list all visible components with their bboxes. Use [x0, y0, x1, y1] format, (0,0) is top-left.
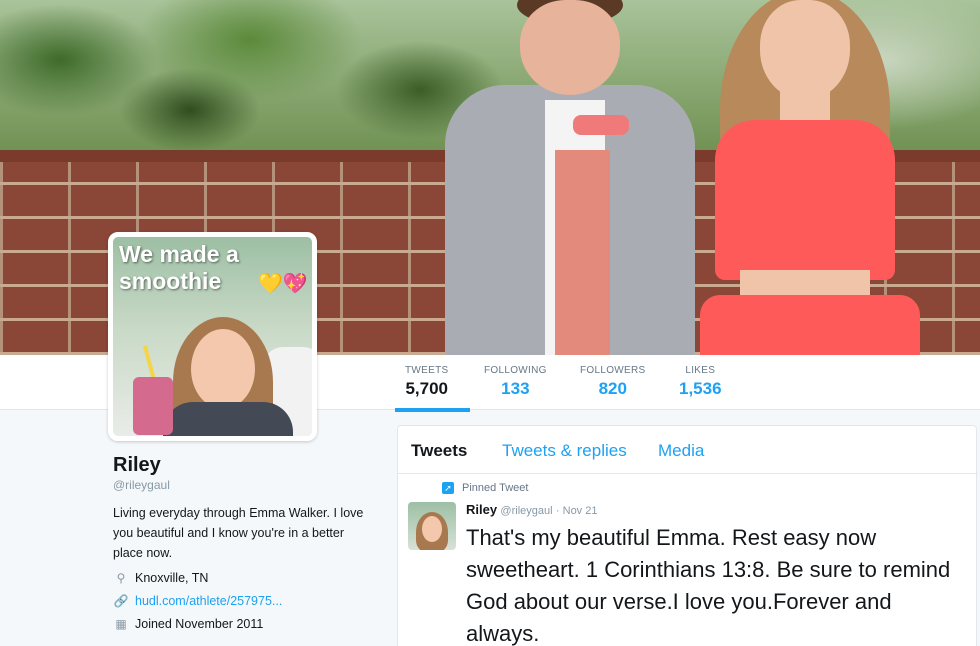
profile-location: ⚲ Knoxville, TN — [113, 571, 209, 585]
stat-likes[interactable]: LIKES 1,536 — [679, 365, 722, 399]
heart-emoji-icon: 💛💖 — [258, 273, 308, 295]
profile-handle[interactable]: @rileygaul — [113, 478, 170, 492]
tab-tweets-replies[interactable]: Tweets & replies — [502, 441, 627, 461]
pinned-tweet-label: ➚ Pinned Tweet — [442, 482, 528, 494]
timeline-tabs: Tweets Tweets & replies Media — [398, 426, 978, 474]
calendar-icon: ▦ — [115, 617, 127, 631]
tweet-header: Riley @rileygaul · Nov 21 — [466, 502, 597, 517]
banner-person-right — [690, 0, 930, 355]
link-icon: 🔗 — [113, 594, 129, 608]
profile-joined: ▦ Joined November 2011 — [113, 617, 263, 631]
tweet-date[interactable]: · Nov 21 — [556, 505, 598, 517]
profile-website-text[interactable]: hudl.com/athlete/257975... — [135, 594, 282, 608]
stat-followers-value: 820 — [598, 379, 627, 398]
profile-name[interactable]: Riley — [113, 454, 161, 477]
stat-tweets-label: TWEETS — [405, 365, 449, 376]
tweet-author-handle[interactable]: @rileygaul — [500, 505, 552, 517]
stat-tweets-value: 5,700 — [405, 379, 448, 398]
profile-avatar[interactable]: We made a smoothie 💛💖 — [108, 232, 317, 441]
tweet-text: That's my beautiful Emma. Rest easy now … — [466, 525, 951, 646]
tweet-author-name[interactable]: Riley — [466, 502, 497, 517]
stat-following-value: 133 — [501, 379, 530, 398]
tab-media[interactable]: Media — [658, 441, 704, 461]
stat-following-label: FOLLOWING — [484, 365, 547, 376]
stat-tweets[interactable]: TWEETS 5,700 — [405, 365, 448, 399]
banner-person-left — [445, 0, 695, 355]
stat-followers-label: FOLLOWERS — [580, 365, 646, 376]
profile-bio: Living everyday through Emma Walker. I l… — [113, 506, 364, 560]
timeline-panel: Tweets Tweets & replies Media ➚ Pinned T… — [397, 425, 978, 646]
active-stat-underline — [395, 408, 470, 412]
stat-followers[interactable]: FOLLOWERS 820 — [580, 365, 646, 399]
profile-website[interactable]: 🔗 hudl.com/athlete/257975... — [113, 594, 283, 608]
profile-joined-text: Joined November 2011 — [135, 617, 264, 631]
tab-tweets[interactable]: Tweets — [411, 441, 467, 461]
pinned-tweet-text: Pinned Tweet — [462, 482, 529, 494]
pin-icon: ➚ — [442, 482, 454, 494]
tweet-avatar[interactable] — [408, 502, 456, 550]
stat-likes-label: LIKES — [685, 365, 716, 376]
location-pin-icon: ⚲ — [116, 571, 126, 585]
stat-following[interactable]: FOLLOWING 133 — [484, 365, 547, 399]
stat-likes-value: 1,536 — [679, 379, 722, 398]
profile-location-text: Knoxville, TN — [135, 571, 209, 585]
